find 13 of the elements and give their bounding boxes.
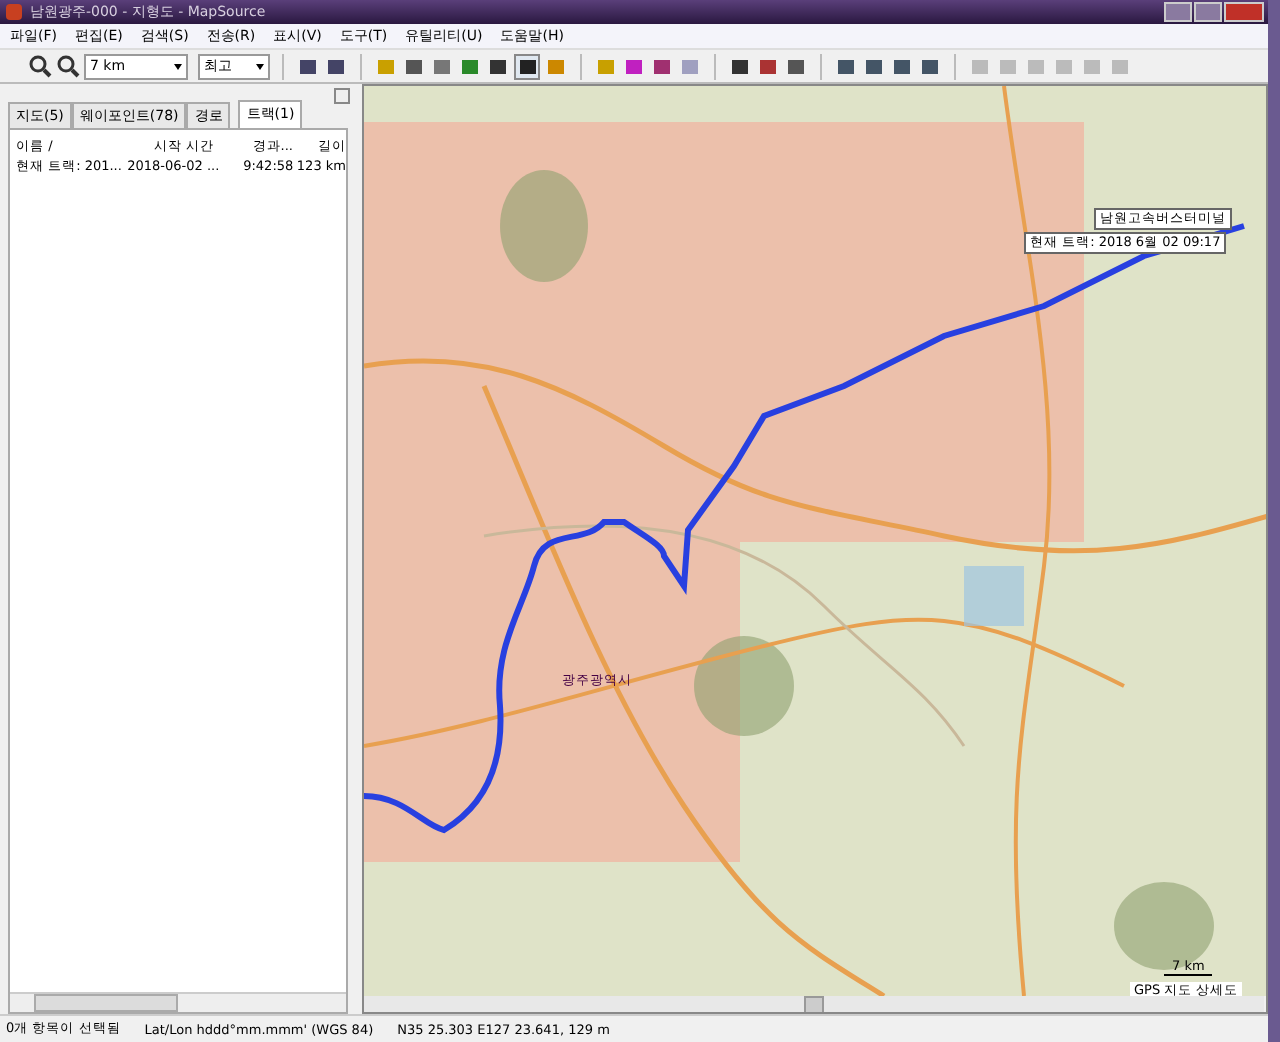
scroll-thumb[interactable] [34, 994, 178, 1012]
pin-button[interactable] [334, 88, 350, 104]
close-button[interactable] [1224, 2, 1264, 22]
horizontal-scrollbar[interactable] [364, 996, 1264, 1012]
minimize-button[interactable] [1164, 2, 1192, 22]
app-icon [6, 4, 22, 20]
zoom-out-icon[interactable] [56, 54, 80, 78]
maximize-button[interactable] [1194, 2, 1222, 22]
zoom-in-icon[interactable] [28, 54, 52, 78]
horizontal-scrollbar[interactable] [10, 992, 346, 1012]
scroll-thumb[interactable] [804, 996, 824, 1012]
caret-icon [256, 63, 264, 69]
caret-icon [174, 63, 182, 69]
